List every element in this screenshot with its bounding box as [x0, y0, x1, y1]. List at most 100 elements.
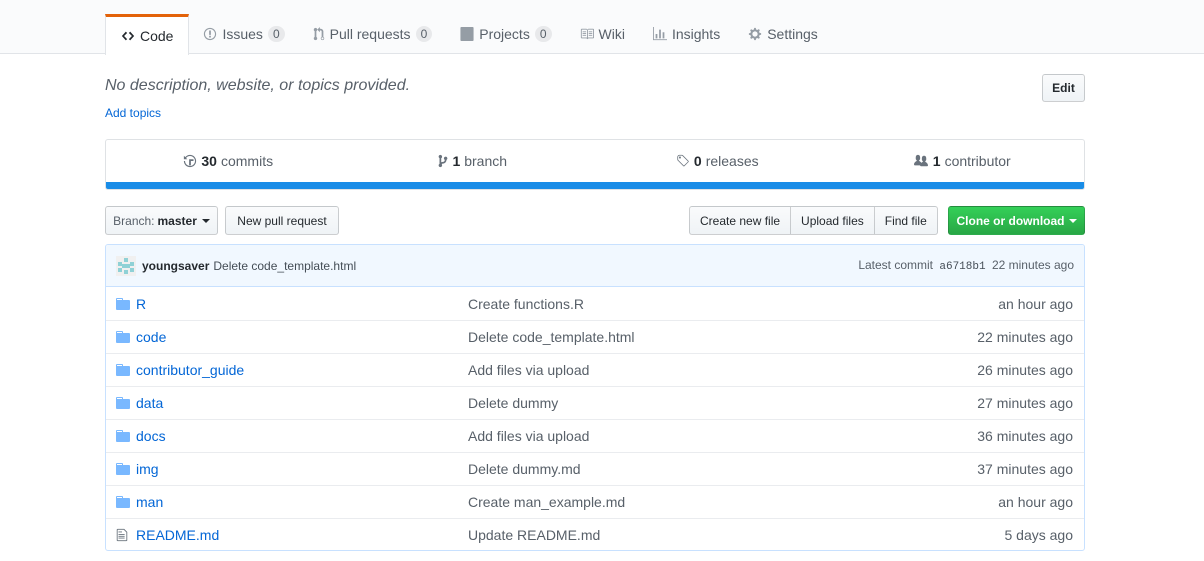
avatar[interactable]: [116, 255, 136, 276]
commit-age: 26 minutes ago: [977, 362, 1073, 378]
commit-message-link[interactable]: Add files via upload: [468, 362, 934, 378]
branch-prefix: Branch:: [113, 213, 155, 228]
tab-label: Projects: [479, 26, 530, 42]
project-icon: [460, 27, 474, 41]
releases-link[interactable]: 0 releases: [595, 140, 840, 182]
contributors-link[interactable]: 1 contributor: [840, 140, 1085, 182]
branch-name: master: [157, 213, 197, 228]
file-name-link[interactable]: contributor_guide: [136, 362, 468, 378]
commit-age: an hour ago: [998, 295, 1073, 312]
table-row: img Delete dummy.md 37 minutes ago: [106, 452, 1084, 485]
file-name-link[interactable]: docs: [136, 428, 468, 444]
commit-sha[interactable]: a6718b1: [939, 261, 985, 273]
commit-message-link[interactable]: Delete dummy.md: [468, 461, 934, 477]
tab-pull-requests[interactable]: Pull requests 0: [299, 14, 447, 54]
table-row: code Delete code_template.html 22 minutes …: [106, 320, 1084, 353]
file-name-link[interactable]: R: [136, 296, 468, 312]
issue-icon: [203, 27, 217, 41]
commit-message-link[interactable]: Delete dummy: [468, 395, 934, 411]
numbers-summary: 30 commits 1 branch 0 releases 1 contrib…: [105, 139, 1085, 190]
commit-age: 22 minutes ago: [977, 329, 1073, 345]
commits-count: 30: [201, 153, 217, 169]
find-file-button[interactable]: Find file: [873, 206, 938, 235]
tab-insights[interactable]: Insights: [639, 14, 734, 54]
branches-label: branch: [464, 153, 508, 169]
table-row: contributor_guide Add files via upload 26 …: [106, 353, 1084, 386]
commit-message-link[interactable]: Create functions.R: [468, 296, 934, 312]
commit-author[interactable]: youngsaver: [142, 259, 209, 273]
contributors-count: 1: [932, 153, 941, 169]
tab-counter: 0: [534, 26, 552, 42]
people-icon: [913, 154, 929, 168]
commits-link[interactable]: 30 commits: [106, 140, 351, 182]
latest-commit-bar: youngsaver Delete code_template.html Lat…: [106, 245, 1084, 287]
file-list: R Create functions.R an hour ago code Delete…: [106, 287, 1084, 550]
table-row: README.md Update README.md 5 days ago: [106, 518, 1084, 550]
tab-label: Insights: [671, 26, 721, 42]
table-row: data Delete dummy 27 minutes ago: [106, 386, 1084, 419]
releases-label: releases: [705, 153, 759, 169]
branches-count: 1: [452, 153, 461, 169]
commit-age: 22 minutes ago: [991, 258, 1074, 272]
tab-issues[interactable]: Issues 0: [189, 14, 298, 54]
folder-icon: [106, 463, 136, 475]
repo-tabs: Code Issues 0 Pull requests 0 Projects 0 Wiki In…: [105, 14, 832, 55]
file-name-link[interactable]: code: [136, 329, 468, 345]
tab-label: Issues: [222, 26, 263, 42]
file-name-link[interactable]: README.md: [136, 527, 468, 543]
file-name-link[interactable]: data: [136, 395, 468, 411]
table-row: R Create functions.R an hour ago: [106, 287, 1084, 320]
commit-message-link[interactable]: Delete code_template.html: [468, 329, 934, 345]
commit-message-link[interactable]: Add files via upload: [468, 428, 934, 444]
folder-icon: [106, 297, 136, 310]
tab-label: Code: [140, 28, 174, 44]
caret-down-icon: [1068, 218, 1077, 223]
tab-code[interactable]: Code: [105, 14, 190, 55]
add-topics-link[interactable]: Add topics: [105, 106, 161, 120]
book-icon: [580, 27, 594, 41]
folder-icon: [106, 430, 136, 442]
folder-icon: [106, 496, 136, 508]
tab-label: Settings: [767, 26, 818, 42]
file-table: youngsaver Delete code_template.html Lat…: [105, 244, 1085, 551]
commit-message-link[interactable]: Update README.md: [468, 527, 934, 543]
tab-settings[interactable]: Settings: [734, 14, 832, 54]
language-bar[interactable]: [106, 182, 1084, 189]
new-pull-request-button[interactable]: New pull request: [225, 206, 339, 235]
clone-label: Clone or download: [956, 213, 1065, 228]
tab-projects[interactable]: Projects 0: [446, 14, 565, 54]
tab-wiki[interactable]: Wiki: [566, 14, 639, 54]
repo-description: No description, website, or topics provi…: [105, 77, 411, 94]
gear-icon: [748, 27, 762, 41]
caret-down-icon: [201, 218, 210, 223]
branch-icon: [438, 154, 448, 168]
commit-message[interactable]: Delete code_template.html: [213, 259, 356, 273]
edit-button[interactable]: Edit: [1042, 74, 1085, 102]
file-icon: [106, 528, 136, 542]
contributors-label: contributor: [944, 153, 1011, 169]
folder-icon: [106, 364, 136, 376]
folder-icon: [106, 397, 136, 409]
branch-select-button[interactable]: Branch: master: [105, 206, 218, 235]
latest-commit-info: Latest commit a6718b1 22 minutes ago: [858, 258, 1074, 273]
table-row: man Create man_example.md an hour ago: [106, 485, 1084, 518]
file-navigation: Create new file Upload files Find file: [689, 206, 938, 235]
code-icon: [121, 29, 135, 43]
releases-count: 0: [693, 153, 702, 169]
tab-counter: 0: [267, 26, 285, 42]
branches-link[interactable]: 1 branch: [351, 140, 596, 182]
file-name-link[interactable]: man: [136, 494, 468, 510]
repo-nav: Code Issues 0 Pull requests 0 Projects 0 Wiki In…: [0, 0, 1204, 55]
file-name-link[interactable]: img: [136, 461, 468, 477]
commit-age: 37 minutes ago: [977, 461, 1073, 477]
latest-commit-prefix: Latest commit: [858, 258, 934, 272]
commit-age: 36 minutes ago: [977, 428, 1073, 444]
clone-or-download-button[interactable]: Clone or download: [948, 206, 1085, 235]
create-new-file-button[interactable]: Create new file: [689, 206, 792, 235]
tag-icon: [676, 154, 690, 168]
upload-files-button[interactable]: Upload files: [790, 206, 875, 235]
graph-icon: [652, 27, 667, 41]
commit-age: 5 days ago: [1004, 527, 1074, 543]
commit-age: 27 minutes ago: [977, 395, 1073, 411]
commit-message-link[interactable]: Create man_example.md: [468, 494, 934, 510]
